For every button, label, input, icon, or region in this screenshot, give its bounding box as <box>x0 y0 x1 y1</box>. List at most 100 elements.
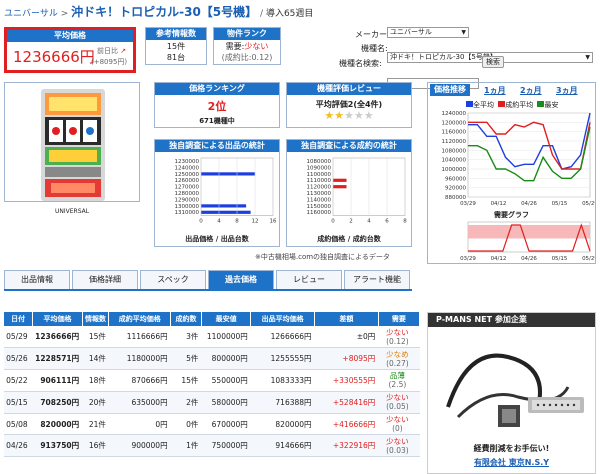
x-tick-label: 04/26 <box>521 201 537 207</box>
tick-label: 1230000 <box>175 159 200 165</box>
cell-deal-count: 1件 <box>170 434 202 458</box>
stats-out-chart: 1230000124000012500001260000127000012800… <box>175 157 277 225</box>
y-tick-label: 1000000 <box>442 167 467 173</box>
x-tick-label: 04/12 <box>491 201 507 207</box>
table-header-cell[interactable]: 成約数 <box>170 312 202 326</box>
range-2m[interactable]: 2ヵ月 <box>520 85 542 96</box>
breadcrumb: ユニバーサル > 沖ドキ！トロピカル-30【5号機】 / 導入65週目 <box>4 3 313 20</box>
tab-5[interactable]: アラート機能 <box>344 270 410 290</box>
plot-area <box>467 112 591 198</box>
tab-4[interactable]: レビュー <box>276 270 342 290</box>
x-tick-label: 03/29 <box>460 256 476 262</box>
cell-listing-avg: 1266666円 <box>250 326 315 349</box>
x-tick-label: 05/15 <box>552 256 568 262</box>
tab-1[interactable]: 価格詳細 <box>72 270 138 290</box>
cell-listing-avg: 820000円 <box>250 413 315 436</box>
tick-label: 1250000 <box>175 172 200 178</box>
cell-min: 550000円 <box>201 369 251 392</box>
x-tick-label: 05/29 <box>582 201 595 207</box>
cell-avg: 906111円 <box>32 369 83 392</box>
rank-header: 物件ランク <box>214 28 280 40</box>
x-tick-label: 04/12 <box>491 256 507 262</box>
ranking-header[interactable]: 価格ランキング <box>155 83 279 95</box>
cell-count: 21件 <box>82 413 109 436</box>
ref-info-count: 15件 <box>166 42 186 51</box>
slot-machine-image <box>41 89 105 201</box>
y-tick-label: 1040000 <box>442 158 467 164</box>
breadcrumb-maker-link[interactable]: ユニバーサル <box>4 9 58 19</box>
ad-company-link[interactable]: 有限会社 東京N.S.Y <box>428 457 595 468</box>
cell-listing-avg: 1255555円 <box>250 347 315 371</box>
cell-date: 05/08 <box>4 413 33 436</box>
bar <box>201 204 247 208</box>
demand-level: 少ない <box>386 436 409 446</box>
table-header-cell[interactable]: 出品平均価格 <box>250 312 316 326</box>
table-header-cell[interactable]: 需要 <box>378 312 421 326</box>
cell-diff: +416666円 <box>314 413 379 436</box>
ad-header: P-MANS NET 参加企業 <box>428 313 595 327</box>
page-title: 沖ドキ！トロピカル-30【5号機】 <box>71 5 258 19</box>
maker-select-value: ユニバーサル <box>390 28 432 36</box>
breadcrumb-separator: > <box>60 9 69 19</box>
demand-band <box>468 225 590 239</box>
title-separator: / <box>260 9 264 19</box>
x-tick-label: 04/26 <box>521 256 537 262</box>
table-header-cell[interactable]: 差額 <box>314 312 379 326</box>
demand-caption: 需要グラフ <box>494 211 529 219</box>
prev-day-label-text: 前日比 <box>97 47 118 55</box>
cell-avg: 708250円 <box>32 391 83 414</box>
rank-box: 物件ランク 需要:少ない (成約比:0.12) <box>213 27 281 65</box>
range-3m[interactable]: 3ヵ月 <box>556 85 578 96</box>
cell-diff: +8095円 <box>314 347 379 371</box>
price-trend-chart: 8800009200009600001000000104000010800001… <box>442 111 596 207</box>
maker-label: メーカー: <box>355 30 390 39</box>
cell-date: 05/26 <box>4 347 33 371</box>
y-tick-label: 920000 <box>445 186 466 192</box>
demand-label: 需要: <box>225 42 245 51</box>
stats-out-caption: 出品価格 / 出品台数 <box>185 235 249 243</box>
cell-deal-count: 5件 <box>170 347 202 371</box>
tick-label: 1310000 <box>175 210 200 216</box>
cell-demand: 少ない (0.05) <box>378 391 420 414</box>
cell-deal-count: 0件 <box>170 413 202 436</box>
y-tick-label: 1120000 <box>442 139 467 145</box>
star-icon: ★ <box>324 109 335 122</box>
table-header-cell[interactable]: 平均価格 <box>32 312 83 326</box>
cell-date: 05/15 <box>4 391 33 414</box>
table-header-cell[interactable]: 成約平均価格 <box>108 312 172 326</box>
tab-2[interactable]: スペック <box>140 270 206 290</box>
tick-label: 1120000 <box>307 185 332 191</box>
avg-price-box: 平均価格 1236666円 前日比 ↗ (+8095円) <box>4 27 136 73</box>
stats-note: ※中古機相場.comの独自調査によるデータ <box>255 253 390 261</box>
tab-3[interactable]: 過去価格 <box>208 270 274 290</box>
cell-min: 580000円 <box>201 391 251 414</box>
cell-count: 14件 <box>82 347 109 371</box>
cell-diff: +330555円 <box>314 369 379 392</box>
x-tick-label: 05/15 <box>552 201 568 207</box>
table-header-cell[interactable]: 最安値 <box>201 312 252 326</box>
x-tick-label: 8 <box>403 219 407 225</box>
cable-image[interactable] <box>428 327 595 435</box>
tick-label: 1080000 <box>307 159 332 165</box>
table-header-cell[interactable]: 日付 <box>4 312 34 326</box>
review-header[interactable]: 機種評価レビュー <box>287 83 411 95</box>
star-icon: ★ <box>334 109 345 122</box>
search-form: メーカー: ユニバーサル ▼ 機種名: 沖ドキ！トロピカル-30【5号機】 ▼ 機種… <box>305 27 595 89</box>
prev-day-delta: (+8095円) <box>91 58 128 66</box>
cell-demand: 少なめ (0.27) <box>378 347 420 371</box>
table-row: 05/29 1236666円 15件 1116666円 3件 1100000円 126666… <box>4 326 420 349</box>
maker-select[interactable]: ユニバーサル ▼ <box>387 27 469 38</box>
tick-label: 1160000 <box>307 210 332 216</box>
range-1m[interactable]: 1ヵ月 <box>484 85 506 96</box>
ref-info-box: 参考情報数 15件 81台 <box>145 27 207 65</box>
demand-ratio: (0.27) <box>386 358 409 368</box>
tab-0[interactable]: 出品情報 <box>4 270 70 290</box>
cell-listing-avg: 914666円 <box>250 434 315 458</box>
table-header-cell[interactable]: 情報数 <box>82 312 110 326</box>
cell-avg: 913750円 <box>32 434 83 458</box>
cell-date: 04/26 <box>4 434 33 458</box>
search-button[interactable]: 検索 <box>482 56 504 68</box>
ref-info-header: 参考情報数 <box>146 28 206 40</box>
demand-level: 少ない <box>386 415 409 425</box>
star-empty-icon: ★ <box>353 109 364 122</box>
